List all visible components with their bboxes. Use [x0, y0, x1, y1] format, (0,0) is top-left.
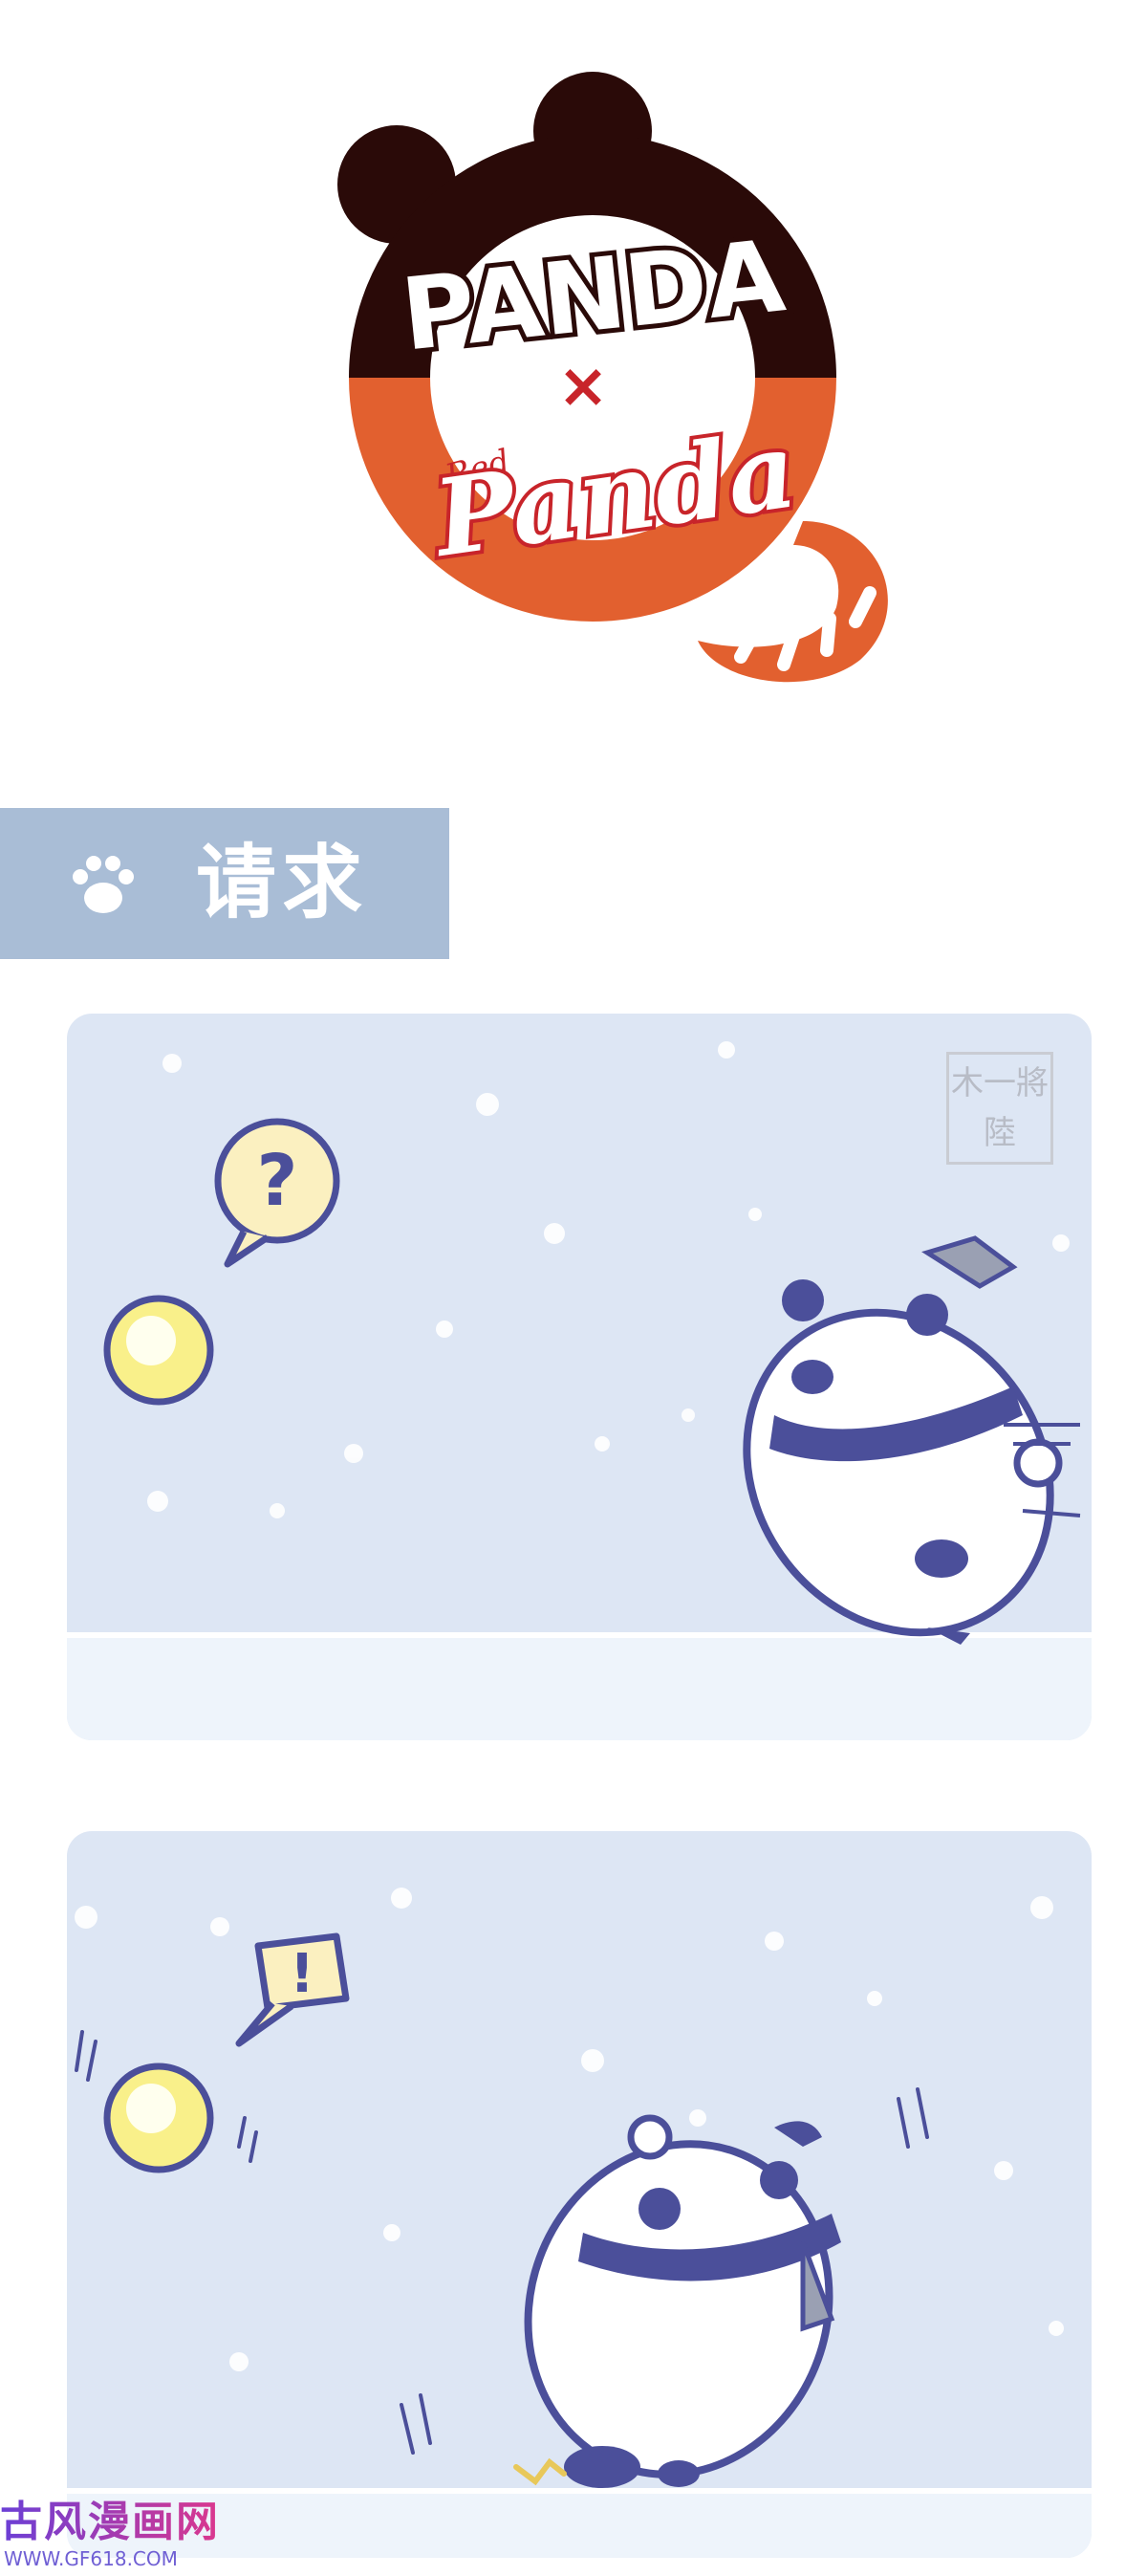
exclamation-mark: !: [290, 1943, 314, 2005]
comic-panel-2: !: [67, 1831, 1092, 2558]
series-logo: PANDA × Red Panda: [306, 72, 918, 703]
comic-panel-1: ? 木一將陸: [67, 1014, 1092, 1740]
watermark-site-name: 古风漫画网: [0, 2498, 229, 2547]
artist-seal: 木一將陸: [946, 1052, 1053, 1165]
exclamation-speech-bubble: !: [235, 1932, 350, 2047]
episode-title: 请求: [196, 836, 369, 929]
question-mark: ?: [257, 1140, 298, 1222]
question-speech-bubble: ?: [214, 1118, 340, 1268]
panda-character: [400, 2087, 929, 2488]
site-watermark: 古风漫画网 WWW.GF618.COM: [0, 2498, 229, 2574]
logo-separator: ×: [557, 351, 609, 422]
paw-icon: [73, 856, 134, 913]
glowing-ball: [75, 2030, 258, 2173]
glowing-ball: [103, 1295, 214, 1406]
panda-character: [743, 1235, 1081, 1645]
episode-title-banner: 请求: [0, 808, 449, 959]
watermark-url: WWW.GF618.COM: [4, 2547, 178, 2570]
